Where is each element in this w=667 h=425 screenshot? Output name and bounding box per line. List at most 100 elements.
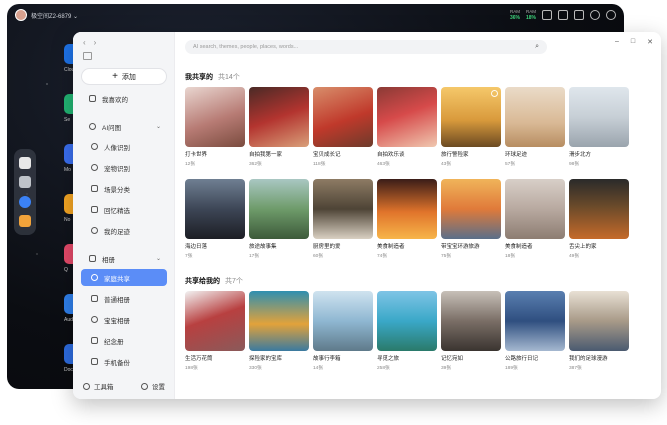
album-thumbnail: [249, 291, 309, 351]
album-thumbnail: [569, 291, 629, 351]
scene-icon: [91, 185, 98, 192]
album-icon: [91, 295, 98, 302]
close-button[interactable]: ✕: [647, 38, 653, 46]
album-thumbnail: [249, 179, 309, 239]
sidebar-group-ai[interactable]: AI问图 ⌄: [81, 118, 167, 135]
album-card[interactable]: 环球足迹 57张: [505, 87, 565, 167]
album-thumbnail: [569, 87, 629, 147]
sidebar-item-memorial[interactable]: 纪念册: [81, 332, 167, 349]
cpu-stat: RAM 36%: [509, 9, 520, 21]
album-card[interactable]: 厨房里的爱 60张: [313, 179, 373, 259]
album-card[interactable]: 美食制造者 74张: [377, 179, 437, 259]
settings-button[interactable]: 设置: [141, 381, 165, 391]
back-button[interactable]: ‹: [83, 38, 86, 47]
album-card[interactable]: 宝贝成长记 118张: [313, 87, 373, 167]
album-card[interactable]: 自拍欢乐谈 463张: [377, 87, 437, 167]
plus-icon: +: [112, 70, 118, 82]
album-thumbnail: [441, 87, 501, 147]
forward-button[interactable]: ›: [94, 38, 97, 47]
minimize-button[interactable]: –: [615, 38, 619, 46]
search-input[interactable]: AI search, themes, people, places, words…: [185, 40, 547, 54]
album-thumbnail: [441, 179, 501, 239]
album-thumbnail: [505, 179, 565, 239]
album-card[interactable]: 探险家的宝库 330张: [249, 291, 309, 371]
album-card[interactable]: 自拍我第一家 362张: [249, 87, 309, 167]
album-thumbnail: [377, 291, 437, 351]
album-thumbnail: [441, 291, 501, 351]
folder-icon[interactable]: [19, 215, 31, 228]
cloud-icon[interactable]: [19, 195, 31, 208]
face-icon: [91, 143, 98, 150]
sidebar-item-footprints[interactable]: 我的足迹: [81, 222, 167, 239]
album-icon: [89, 255, 96, 262]
album-thumbnail: [185, 291, 245, 351]
gear-icon: [141, 382, 148, 390]
album-card[interactable]: 故事行李箱 14张: [313, 291, 373, 371]
album-card[interactable]: 美食制造者 18张: [505, 179, 565, 259]
album-card[interactable]: 打卡世界 12张: [185, 87, 245, 167]
ai-icon: [89, 123, 96, 130]
sidebar-item-baby-albums[interactable]: 宝宝相册: [81, 311, 167, 328]
album-card[interactable]: 带宝宝环游旅游 75张: [441, 179, 501, 259]
album-thumbnail: [313, 179, 373, 239]
chevron-down-icon: ⌄: [155, 124, 161, 130]
section-title-shared-with-me: 共享给我的 共7个: [185, 278, 243, 285]
sidebar-item-scenes[interactable]: 场景分类: [81, 180, 167, 197]
person-icon[interactable]: [558, 10, 568, 20]
device-name[interactable]: 极空间Z2-6879 ⌄: [31, 11, 78, 20]
sidebar-item-family-share[interactable]: 家庭共享: [81, 269, 167, 286]
album-thumbnail: [505, 291, 565, 351]
favorites-icon: [89, 95, 96, 102]
album-card[interactable]: 我们的足球漫游 387张: [569, 291, 629, 371]
nav-arrows: ‹ ›: [83, 38, 96, 47]
gear-icon[interactable]: [606, 10, 616, 20]
sidebar-item-favorites[interactable]: 我喜欢的: [81, 90, 167, 107]
album-card[interactable]: 生活万花筒 198张: [185, 291, 245, 371]
sidebar-item-phone-backup[interactable]: 手机备份: [81, 353, 167, 370]
monitor-icon[interactable]: [19, 156, 31, 169]
sidebar-footer: 工具箱 设置: [83, 381, 165, 391]
album-card[interactable]: 公路旅行日记 189张: [505, 291, 565, 371]
dock: [14, 149, 36, 235]
gauge-icon[interactable]: [590, 10, 600, 20]
avatar[interactable]: [15, 9, 27, 21]
sidebar-item-memories[interactable]: 回忆精选: [81, 201, 167, 218]
add-button[interactable]: + 添加: [81, 68, 167, 85]
album-thumbnail: [377, 87, 437, 147]
sidebar-toggle-icon[interactable]: [83, 52, 92, 60]
sidebar-item-portrait[interactable]: 人像识别: [81, 138, 167, 155]
album-card[interactable]: 舌尖上的家 49张: [569, 179, 629, 259]
window-controls: – □ ✕: [615, 38, 653, 46]
sidebar: ‹ › + 添加 我喜欢的 AI问图 ⌄ 人像识别 宠物识别 场景分类 回忆精选 我…: [73, 32, 175, 399]
album-card[interactable]: 旅行警险家 43张: [441, 87, 501, 167]
album-card[interactable]: 海边日落 7张: [185, 179, 245, 259]
sidebar-item-normal-albums[interactable]: 普通相册: [81, 290, 167, 307]
screen: 极空间Z2-6879 ⌄ RAM 36% RAM 18% Cloud Se Mo N…: [0, 0, 667, 425]
wrench-icon: [83, 382, 90, 390]
sidebar-item-pets[interactable]: 宠物识别: [81, 159, 167, 176]
screen-icon[interactable]: [542, 10, 552, 20]
toolbox-button[interactable]: 工具箱: [83, 381, 114, 391]
shared-badge-icon: [491, 90, 498, 97]
album-thumbnail: [249, 87, 309, 147]
album-card[interactable]: 寻觅之旅 258张: [377, 291, 437, 371]
baby-icon: [91, 316, 98, 323]
ai-search-icon[interactable]: ⌕: [535, 43, 539, 51]
album-card[interactable]: 记忆宛如 39张: [441, 291, 501, 371]
maximize-button[interactable]: □: [631, 38, 635, 46]
sidebar-group-albums[interactable]: 相册 ⌄: [81, 250, 167, 267]
chevron-down-icon: ⌄: [155, 256, 161, 262]
grid-icon[interactable]: [19, 176, 31, 189]
album-thumbnail: [313, 291, 373, 351]
mail-icon[interactable]: [574, 10, 584, 20]
ram-stat: RAM 18%: [525, 9, 536, 21]
phone-icon: [91, 358, 98, 365]
album-thumbnail: [377, 179, 437, 239]
album-card[interactable]: 滑步北方 98张: [569, 87, 629, 167]
location-icon: [91, 227, 98, 234]
section-title-shared-by-me: 我共享的 共14个: [185, 74, 240, 81]
album-card[interactable]: 旅途故事集 17张: [249, 179, 309, 259]
paw-icon: [91, 164, 98, 171]
album-thumbnail: [185, 179, 245, 239]
photos-window: ‹ › + 添加 我喜欢的 AI问图 ⌄ 人像识别 宠物识别 场景分类 回忆精选 我…: [73, 32, 661, 399]
